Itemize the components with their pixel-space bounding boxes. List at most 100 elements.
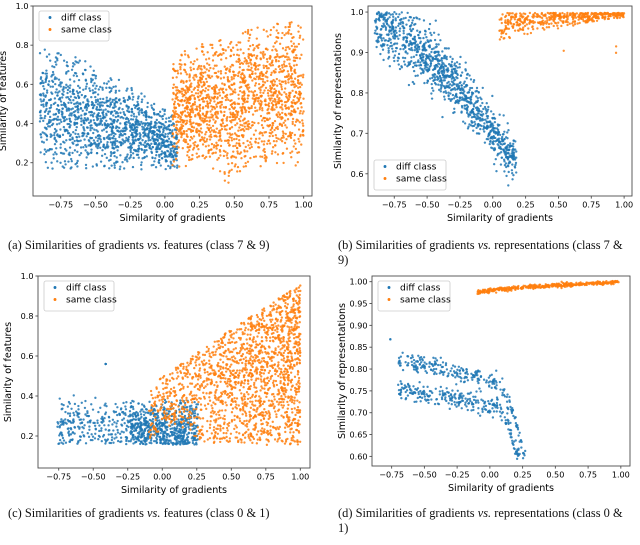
y-tick-label: 0.6 [16, 79, 29, 89]
legend-marker-dot [383, 177, 387, 180]
x-tick-label: −0.75 [379, 470, 404, 480]
y-axis-label: Similarity of representations [333, 33, 344, 169]
caption-d-italic: vs. [477, 506, 492, 520]
legend-marker-dot [53, 286, 57, 289]
y-tick-label: 0.75 [349, 386, 367, 396]
x-tick-label: −0.25 [118, 200, 143, 210]
caption-b: (b) Similarities of gradients vs. repres… [338, 238, 630, 267]
y-tick-label: 0.6 [21, 351, 34, 361]
figure-scatter-grid: −0.75 −0.50 −0.25 0.00 0.25 0.50 0.75 1.00 0.2 0.… [0, 0, 640, 545]
x-tick-label: 1.00 [295, 200, 313, 210]
x-tick-label: 0.50 [225, 200, 243, 210]
legend-item-same-class[interactable]: same class [400, 295, 451, 306]
x-tick-label: 0.75 [579, 470, 597, 480]
caption-c: (c) Similarities of gradients vs. featur… [8, 506, 308, 521]
legend-item-diff-class[interactable]: diff class [400, 283, 441, 294]
x-tick-label: 0.75 [582, 200, 600, 210]
caption-a-italic: vs. [147, 238, 161, 252]
x-tick-label: 0.00 [484, 200, 502, 210]
y-tick-label: 0.60 [349, 451, 367, 461]
y-tick-label: 0.4 [21, 391, 34, 401]
legend-item-same-class[interactable]: same class [396, 174, 447, 185]
caption-c-pre: Similarities of gradients [24, 506, 148, 520]
x-tick-label: −0.50 [415, 200, 440, 210]
plot-d: −0.75 −0.50 −0.25 0.00 0.25 0.50 0.75 1.00 0.60 0… [320, 268, 640, 500]
x-tick-label: 0.75 [257, 472, 275, 482]
x-tick-label: 0.50 [222, 472, 240, 482]
x-tick-label: 0.25 [514, 470, 532, 480]
x-tick-label: 0.00 [153, 472, 171, 482]
x-axis-label: Similarity of gradients [448, 483, 554, 494]
subfigure-c: −0.75 −0.50 −0.25 0.00 0.25 0.50 0.75 1.00 0.2 0.… [0, 268, 320, 540]
x-tick-label: 0.75 [260, 200, 278, 210]
caption-c-tag: (c) [8, 506, 22, 520]
x-tick-label: 0.25 [188, 472, 206, 482]
y-axis-label: Similarity of features [3, 322, 14, 422]
y-tick-label: 0.6 [351, 169, 364, 179]
legend-c[interactable]: diff classsame class [43, 280, 117, 312]
legend-item-same-class[interactable]: same class [61, 25, 112, 36]
y-tick-label: 1.0 [351, 7, 364, 17]
legend-b[interactable]: diff classsame class [373, 159, 447, 191]
legend-d[interactable]: diff classsame class [377, 280, 451, 312]
y-tick-label: 1.00 [349, 277, 367, 287]
caption-a: (a) Similarities of gradients vs. featur… [8, 238, 308, 253]
caption-d-tag: (d) [338, 506, 353, 520]
y-tick-label: 0.4 [16, 119, 29, 129]
scatter-plot-b: −0.75 −0.50 −0.25 0.00 0.25 0.50 0.75 1.00 0.6 0.… [333, 5, 633, 224]
y-tick-label: 0.8 [16, 40, 29, 50]
x-tick-label: −0.50 [81, 472, 106, 482]
x-tick-label: 0.50 [546, 470, 564, 480]
x-tick-label: 0.00 [481, 470, 499, 480]
caption-b-italic: vs. [477, 238, 492, 252]
x-tick-label: −0.25 [115, 472, 140, 482]
subfigure-a: −0.75 −0.50 −0.25 0.00 0.25 0.50 0.75 1.00 0.2 0.… [0, 0, 320, 272]
x-tick-label: −0.75 [46, 472, 71, 482]
x-axis-label: Similarity of gradients [447, 213, 553, 224]
scatter-plot-a: −0.75 −0.50 −0.25 0.00 0.25 0.50 0.75 1.00 0.2 0.… [0, 1, 313, 224]
legend-marker-dot [53, 298, 57, 301]
legend-item-diff-class[interactable]: diff class [61, 13, 102, 24]
y-axis-label: Similarity of features [0, 51, 9, 151]
x-tick-label: 1.00 [291, 472, 309, 482]
y-tick-label: 0.2 [16, 158, 29, 168]
legend-marker-dot [387, 298, 391, 301]
x-tick-label: −0.25 [445, 470, 470, 480]
legend-a[interactable]: diff classsame class [38, 10, 112, 42]
caption-b-pre: Similarities of gradients [355, 238, 478, 252]
caption-c-post: features (class 0 & 1) [160, 506, 270, 520]
x-tick-label: −0.25 [448, 200, 473, 210]
y-tick-label: 0.70 [349, 408, 367, 418]
y-tick-label: 0.95 [349, 299, 367, 309]
y-tick-label: 0.90 [349, 320, 367, 330]
y-tick-label: 0.9 [351, 47, 364, 57]
y-tick-label: 0.80 [349, 364, 367, 374]
y-tick-label: 0.8 [21, 311, 34, 321]
caption-a-pre: Similarities of gradients [24, 238, 148, 252]
x-tick-label: −0.50 [412, 470, 437, 480]
y-tick-label: 1.0 [21, 271, 34, 281]
x-tick-label: 0.25 [517, 200, 535, 210]
y-tick-label: 0.65 [349, 430, 367, 440]
scatter-plot-c: −0.75 −0.50 −0.25 0.00 0.25 0.50 0.75 1.00 0.2 0.… [3, 271, 311, 496]
x-tick-label: 1.00 [612, 470, 630, 480]
x-axis-label: Similarity of gradients [121, 485, 227, 496]
legend-item-same-class[interactable]: same class [66, 295, 117, 306]
plot-a: −0.75 −0.50 −0.25 0.00 0.25 0.50 0.75 1.00 0.2 0.… [0, 0, 320, 232]
caption-a-post: features (class 7 & 9) [160, 238, 270, 252]
x-tick-label: 0.25 [191, 200, 209, 210]
plot-b: −0.75 −0.50 −0.25 0.00 0.25 0.50 0.75 1.00 0.6 0.… [320, 0, 640, 232]
y-tick-label: 0.2 [21, 431, 34, 441]
y-axis-label: Similarity of representations [337, 303, 348, 439]
y-tick-label: 0.8 [351, 88, 364, 98]
caption-d-pre: Similarities of gradients [355, 506, 478, 520]
legend-item-diff-class[interactable]: diff class [66, 283, 107, 294]
x-tick-label: 0.00 [156, 200, 174, 210]
legend-marker-dot [387, 286, 391, 289]
plot-c: −0.75 −0.50 −0.25 0.00 0.25 0.50 0.75 1.00 0.2 0.… [0, 268, 320, 500]
legend-item-diff-class[interactable]: diff class [396, 162, 437, 173]
caption-c-italic: vs. [147, 506, 161, 520]
caption-b-tag: (b) [338, 238, 353, 252]
x-axis-label: Similarity of gradients [119, 213, 225, 224]
x-tick-label: −0.75 [48, 200, 73, 210]
